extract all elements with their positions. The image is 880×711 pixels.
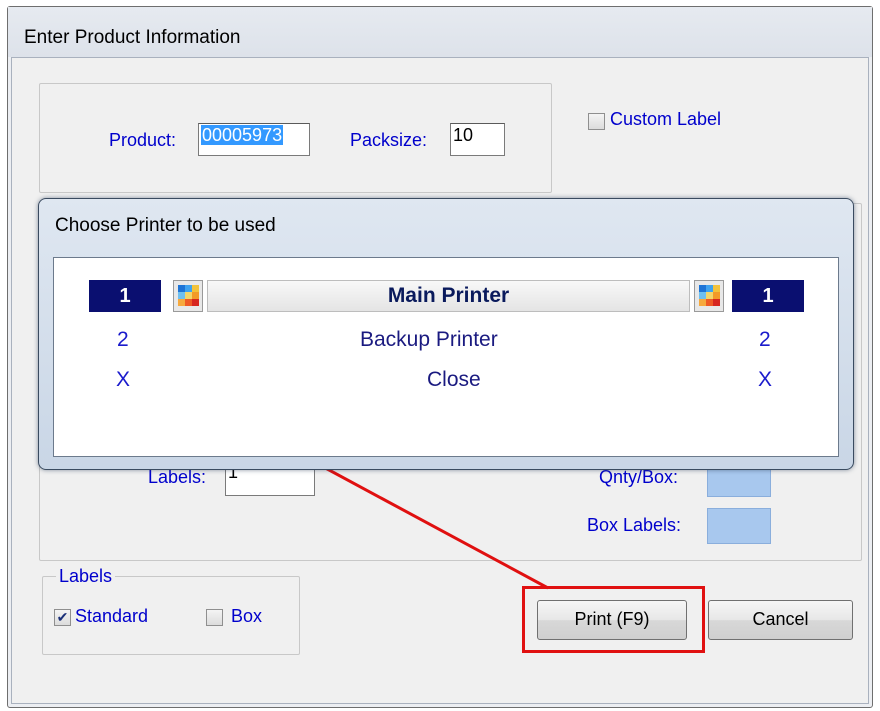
color-grid-icon — [173, 280, 203, 312]
main-printer-key-right[interactable]: 1 — [732, 280, 804, 312]
close-key-left[interactable]: X — [116, 368, 130, 392]
close-key-right[interactable]: X — [758, 368, 772, 392]
printer-options-panel: 1 Main Printer 1 2 Backup Printer 2 X Cl… — [53, 257, 839, 457]
choose-printer-popup: Choose Printer to be used 1 Main Printer… — [38, 198, 854, 470]
backup-printer-key-right[interactable]: 2 — [759, 328, 771, 352]
main-printer-option[interactable]: Main Printer — [207, 280, 690, 312]
color-grid-icon — [694, 280, 724, 312]
main-printer-key-left[interactable]: 1 — [89, 280, 161, 312]
backup-printer-option[interactable]: Backup Printer — [360, 328, 498, 352]
backup-printer-key-left[interactable]: 2 — [117, 328, 129, 352]
close-option[interactable]: Close — [427, 368, 481, 392]
popup-title: Choose Printer to be used — [55, 215, 276, 236]
